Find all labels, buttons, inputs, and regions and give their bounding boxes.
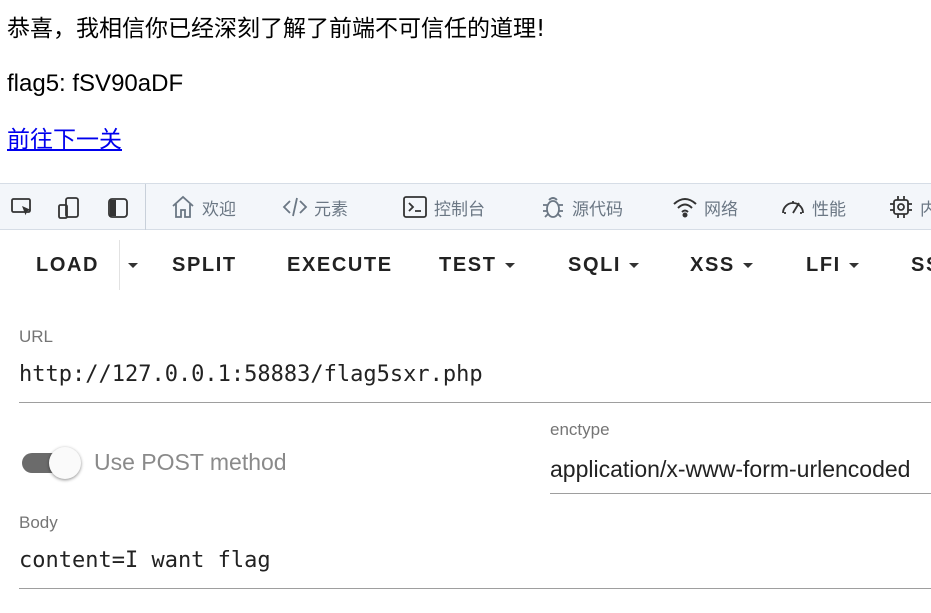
tab-welcome[interactable]: 欢迎 xyxy=(170,192,236,222)
post-toggle-label: Use POST method xyxy=(94,449,287,475)
chevron-down-icon xyxy=(742,262,753,268)
tab-elements[interactable]: 元素 xyxy=(282,192,348,222)
tab-label: 性能 xyxy=(812,199,846,220)
split-label: SPLIT xyxy=(172,253,237,276)
load-button[interactable]: LOAD xyxy=(36,253,99,277)
tab-memory[interactable]: 内 xyxy=(888,192,931,222)
tab-network[interactable]: 网络 xyxy=(672,192,738,222)
test-menu-button[interactable]: TEST xyxy=(439,253,515,277)
sqli-menu-button[interactable]: SQLI xyxy=(568,253,640,277)
lfi-menu-button[interactable]: LFI xyxy=(806,253,859,277)
code-icon xyxy=(282,197,308,217)
congrats-message: 恭喜，我相信你已经深刻了解了前端不可信任的道理! xyxy=(7,16,546,42)
test-label: TEST xyxy=(439,253,497,276)
next-level-link[interactable]: 前往下一关 xyxy=(7,125,122,155)
enctype-select[interactable]: application/x-www-form-urlencoded xyxy=(550,456,910,483)
chevron-down-icon xyxy=(504,262,515,268)
toolbar-divider xyxy=(119,240,120,290)
bug-icon xyxy=(543,197,563,218)
tab-label: 元素 xyxy=(314,199,348,220)
enctype-label: enctype xyxy=(550,420,610,439)
devtools-tab-bar: 欢迎 元素 控制台 源代码 网络 性能 内 xyxy=(0,183,931,230)
lfi-label: LFI xyxy=(806,253,841,276)
load-dropdown-chevron-icon[interactable] xyxy=(128,263,138,268)
tab-label: 控制台 xyxy=(434,199,485,220)
tab-performance[interactable]: 性能 xyxy=(780,192,846,222)
tab-sources[interactable]: 源代码 xyxy=(540,192,623,222)
hackbar-toolbar: LOAD SPLIT EXECUTE TEST SQLI XSS LFI SS xyxy=(0,231,931,297)
post-toggle-knob[interactable] xyxy=(49,447,81,479)
execute-button[interactable]: EXECUTE xyxy=(287,253,393,277)
sqli-label: SQLI xyxy=(568,253,622,276)
xss-menu-button[interactable]: XSS xyxy=(690,253,753,277)
url-label: URL xyxy=(19,327,54,346)
wifi-icon xyxy=(673,198,697,218)
url-underline xyxy=(19,402,931,403)
flag-text: flag5: fSV90aDF xyxy=(7,70,184,97)
tab-label: 欢迎 xyxy=(202,199,236,220)
chevron-down-icon xyxy=(629,262,640,268)
xss-label: XSS xyxy=(690,253,735,276)
page-content: 恭喜，我相信你已经深刻了解了前端不可信任的道理! flag5: fSV90aDF… xyxy=(0,0,931,183)
dock-side-icon[interactable] xyxy=(106,196,130,220)
device-toolbar-icon[interactable] xyxy=(57,196,81,220)
execute-label: EXECUTE xyxy=(287,253,393,276)
ssti-menu-button[interactable]: SS xyxy=(911,253,931,277)
body-label: Body xyxy=(19,513,58,532)
devtools-separator xyxy=(145,184,146,230)
console-icon xyxy=(403,196,427,218)
enctype-underline xyxy=(550,493,931,494)
split-button[interactable]: SPLIT xyxy=(172,253,237,277)
tab-label: 源代码 xyxy=(572,199,623,220)
body-underline xyxy=(19,588,931,589)
tab-label: 内 xyxy=(920,199,931,220)
body-input[interactable]: content=I want flag xyxy=(19,548,271,573)
load-label: LOAD xyxy=(36,253,100,276)
chevron-down-icon xyxy=(848,262,859,268)
gauge-icon xyxy=(782,201,804,214)
tab-label: 网络 xyxy=(704,199,738,220)
url-input[interactable]: http://127.0.0.1:58883/flag5sxr.php xyxy=(19,362,483,387)
home-icon xyxy=(172,195,194,218)
inspect-icon[interactable] xyxy=(10,196,34,220)
ssti-label: SS xyxy=(911,253,931,276)
tab-console[interactable]: 控制台 xyxy=(402,192,485,222)
chip-icon xyxy=(890,196,912,218)
